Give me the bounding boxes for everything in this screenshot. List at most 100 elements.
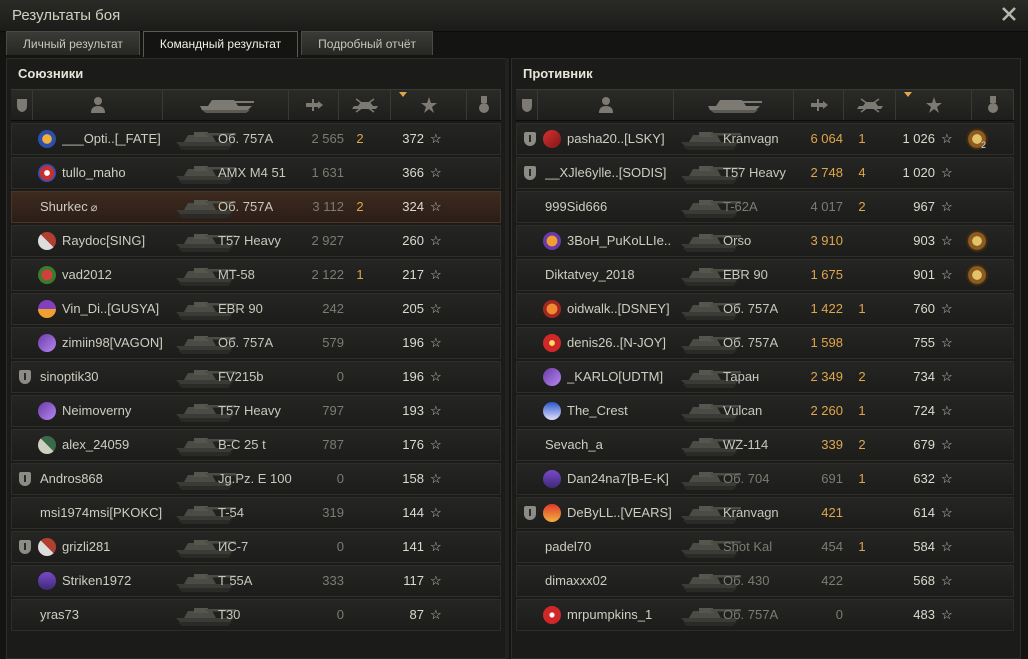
player-row[interactable]: _KARLO[UDTM] Таран 2 349 2 734 ☆ — [516, 361, 1014, 393]
player-row[interactable]: DeByLL..[VEARS] Kranvagn 421 614 ☆ — [516, 497, 1014, 529]
player-name[interactable]: Andros868 — [40, 464, 190, 494]
emblem — [38, 572, 56, 590]
player-row[interactable]: __XJle6ylle..[SODIS] T57 Heavy 2 748 4 1 020… — [516, 157, 1014, 189]
star-icon: ☆ — [430, 301, 442, 316]
kills-value — [851, 600, 873, 630]
star-icon: ☆ — [941, 335, 953, 350]
header-platoon[interactable] — [11, 90, 33, 120]
damage-value: 454 — [821, 539, 843, 554]
header-medals[interactable] — [467, 90, 501, 120]
tank-icon — [708, 100, 762, 113]
header-vehicle[interactable] — [674, 90, 794, 120]
header-vehicle[interactable] — [163, 90, 289, 120]
header-platoon[interactable] — [516, 90, 538, 120]
emblem — [543, 232, 561, 250]
player-name[interactable]: msi1974msi[PKOKC] — [40, 498, 190, 528]
player-row[interactable]: padel70 Shot Kal 454 1 584 ☆ — [516, 531, 1014, 563]
kills-value: 2 — [356, 131, 364, 146]
player-row[interactable]: yras73 T30 0 87 ☆ — [11, 599, 501, 631]
player-row[interactable]: dimaxxx02 Об. 430 422 568 ☆ — [516, 565, 1014, 597]
tab-personal[interactable]: Личный результат — [6, 31, 140, 55]
damage-value: 333 — [322, 573, 344, 588]
player-row[interactable]: ___Opti..[_FATE] Об. 757А 2 565 2 372 ☆ — [11, 123, 501, 155]
header-xp[interactable] — [896, 90, 972, 120]
damage-icon — [306, 99, 323, 111]
header-kills[interactable] — [339, 90, 391, 120]
emblem — [38, 334, 56, 352]
platoon-badge — [524, 132, 536, 146]
clan-emblem-icon — [541, 498, 565, 528]
player-row[interactable]: msi1974msi[PKOKC] T-54 319 144 ☆ — [11, 497, 501, 529]
player-row[interactable]: Striken1972 T 55A 333 117 ☆ — [11, 565, 501, 597]
platoon-icon — [16, 464, 34, 494]
header-player[interactable] — [538, 90, 674, 120]
medal-icon[interactable] — [963, 260, 989, 290]
player-row[interactable]: Sevach_a WZ-114 339 2 679 ☆ — [516, 429, 1014, 461]
clan-emblem-icon — [36, 328, 60, 358]
medal-icon[interactable] — [963, 226, 989, 256]
player-row[interactable]: Neimoverny T57 Heavy 797 193 ☆ — [11, 395, 501, 427]
platoon-badge — [524, 506, 536, 520]
medal-icon[interactable]: 2 — [963, 124, 989, 154]
player-name[interactable]: yras73 — [40, 600, 190, 630]
player-row[interactable]: mrpumpkins_1 Об. 757А 0 483 ☆ — [516, 599, 1014, 631]
header-xp[interactable] — [391, 90, 467, 120]
player-row[interactable]: Vin_Di..[GUSYA] EBR 90 242 205 ☆ — [11, 293, 501, 325]
kills-value — [348, 396, 372, 426]
damage-value: 2 260 — [810, 403, 843, 418]
platoon-badge — [524, 166, 536, 180]
star-icon: ☆ — [941, 573, 953, 588]
star-icon: ☆ — [941, 233, 953, 248]
close-icon[interactable] — [1000, 5, 1018, 23]
platoon-icon — [17, 99, 27, 112]
header-player[interactable] — [33, 90, 163, 120]
platoon-icon — [521, 124, 539, 154]
damage-value: 787 — [322, 437, 344, 452]
platoon-icon — [521, 498, 539, 528]
kills-value — [851, 260, 873, 290]
player-row[interactable]: 3BoH_PuKoLLIe.. Orso 3 910 903 ☆ — [516, 225, 1014, 257]
allies-title: Союзники — [18, 66, 84, 81]
tank-icon — [200, 100, 254, 113]
player-row[interactable]: Shurkec ⌀ Об. 757А 3 112 2 324 ☆ — [11, 191, 501, 223]
star-icon: ☆ — [430, 131, 442, 146]
player-row[interactable]: denis26..[N-JOY] Об. 757А 1 598 755 ☆ — [516, 327, 1014, 359]
player-row[interactable]: Andros868 Jg.Pz. E 100 0 158 ☆ — [11, 463, 501, 495]
star-icon: ☆ — [941, 505, 953, 520]
player-row[interactable]: The_Crest Vulcan 2 260 1 724 ☆ — [516, 395, 1014, 427]
tab-detailed[interactable]: Подробный отчёт — [301, 31, 434, 55]
player-row[interactable]: alex_24059 B-C 25 t 787 176 ☆ — [11, 429, 501, 461]
player-row[interactable]: tullo_maho AMX M4 51 1 631 366 ☆ — [11, 157, 501, 189]
player-row[interactable]: Dan24na7[B-E-K] Об. 704 691 1 632 ☆ — [516, 463, 1014, 495]
kills-value: 1 — [858, 539, 866, 554]
vehicle-name: Об. 757А — [218, 199, 274, 214]
player-row[interactable]: Diktatvey_2018 EBR 90 1 675 901 ☆ — [516, 259, 1014, 291]
emblem — [543, 334, 561, 352]
header-kills[interactable] — [844, 90, 896, 120]
enemies-header — [516, 89, 1014, 121]
player-row[interactable]: vad2012 MT-58 2 122 1 217 ☆ — [11, 259, 501, 291]
damage-value: 242 — [322, 301, 344, 316]
emblem — [543, 470, 561, 488]
player-name[interactable]: Shurkec ⌀ — [40, 192, 190, 222]
sort-arrow-icon — [904, 92, 912, 97]
player-row[interactable]: oidwalk..[DSNEY] Об. 757А 1 422 1 760 ☆ — [516, 293, 1014, 325]
header-damage[interactable] — [289, 90, 339, 120]
tab-team[interactable]: Командный результат — [142, 31, 299, 57]
kills-value — [348, 430, 372, 460]
clan-emblem-icon — [36, 430, 60, 460]
header-medals[interactable] — [972, 90, 1014, 120]
header-damage[interactable] — [794, 90, 844, 120]
player-row[interactable]: grizli281 ИС-7 0 141 ☆ — [11, 531, 501, 563]
emblem — [38, 402, 56, 420]
star-icon: ☆ — [941, 131, 953, 146]
player-row[interactable]: sinoptik30 FV215b 0 196 ☆ — [11, 361, 501, 393]
player-row[interactable]: 999Sid666 T-62A 4 017 2 967 ☆ — [516, 191, 1014, 223]
player-row[interactable]: pasha20..[LSKY] Kranvagn 6 064 1 1 026 ☆ 2 — [516, 123, 1014, 155]
vehicle-name: Об. 757А — [218, 131, 274, 146]
player-row[interactable]: zimiin98[VAGON] Об. 757А 579 196 ☆ — [11, 327, 501, 359]
damage-value: 319 — [322, 505, 344, 520]
player-name[interactable]: sinoptik30 — [40, 362, 190, 392]
player-row[interactable]: Raydoc[SING] T57 Heavy 2 927 260 ☆ — [11, 225, 501, 257]
xp-value: 901 — [913, 267, 935, 282]
